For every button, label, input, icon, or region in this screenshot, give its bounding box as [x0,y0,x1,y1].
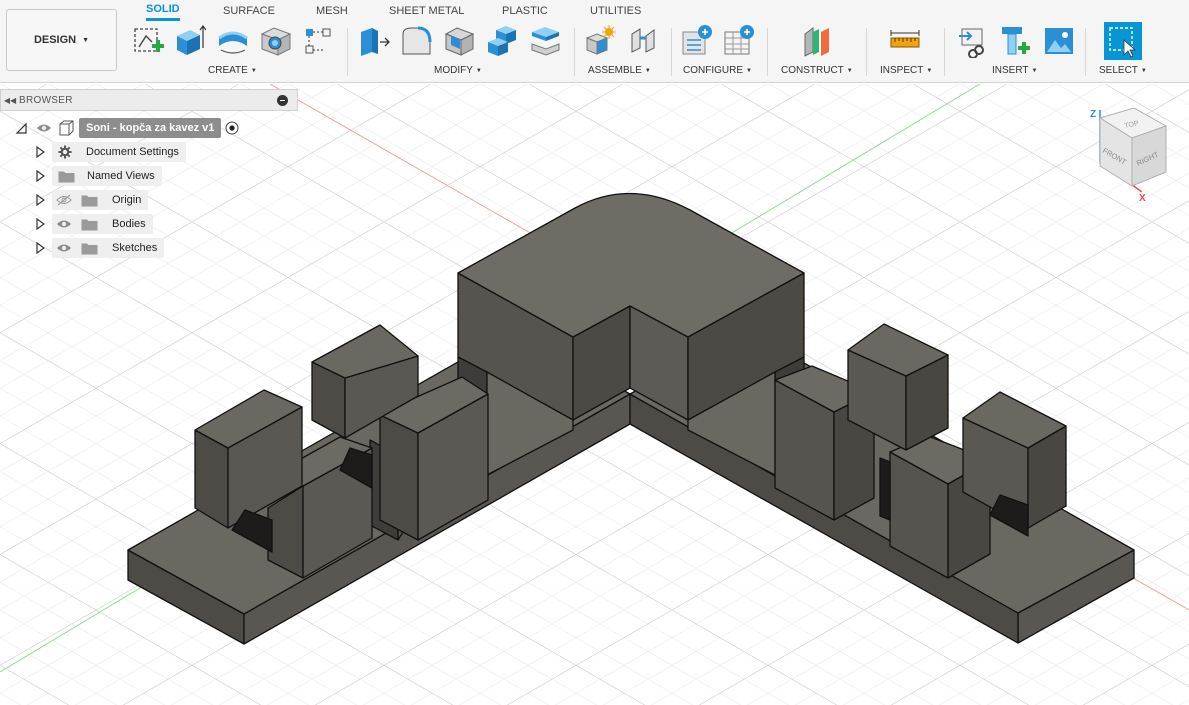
minimize-panel-icon[interactable] [277,95,288,106]
toolbar-divider [767,28,768,76]
configure-icon[interactable] [681,24,713,58]
select-menu[interactable]: SELECT ▼ [1099,65,1147,76]
revolve-icon[interactable] [217,24,249,58]
press-pull-icon[interactable] [358,24,390,58]
model-scene[interactable]: TOP FRONT RIGHT Z X [0,84,1189,705]
joint-icon[interactable] [628,24,660,58]
browser-root-row[interactable]: Soni - kopča za kavez v1 [14,118,239,138]
chevron-down-icon: ▼ [82,36,90,44]
table-icon[interactable] [723,24,755,58]
expand-triangle-icon[interactable] [33,217,47,231]
inspect-menu[interactable]: INSPECT ▼ [880,65,932,76]
origin-chip[interactable]: Origin [52,190,149,210]
folder-icon [81,219,98,230]
folder-icon [58,171,75,182]
tab-plastic[interactable]: PLASTIC [502,0,548,22]
tab-utilities[interactable]: UTILITIES [590,0,641,22]
offset-face-icon[interactable] [529,24,561,58]
configure-menu[interactable]: CONFIGURE ▼ [683,65,752,76]
origin-label: Origin [112,194,142,206]
pattern-icon[interactable] [302,24,334,58]
sketches-chip[interactable]: Sketches [52,238,165,258]
visibility-eye-icon[interactable] [56,242,72,254]
toolbar-divider [347,28,348,76]
expanded-triangle-icon[interactable] [14,121,28,135]
root-component-label[interactable]: Soni - kopča za kavez v1 [79,118,222,138]
browser-item-bodies[interactable]: Bodies [33,214,153,234]
toolbar: DESIGN ▼ SOLID SURFACE MESH SHEET METAL … [0,0,1189,83]
toolbar-divider [944,28,945,76]
visibility-hidden-icon[interactable] [56,194,72,206]
bodies-chip[interactable]: Bodies [52,214,153,234]
bodies-label: Bodies [112,218,146,230]
construct-menu[interactable]: CONSTRUCT ▼ [781,65,853,76]
viewcube-x-label: X [1139,193,1146,204]
folder-icon [81,243,98,254]
combine-icon[interactable] [486,24,518,58]
named-views-chip[interactable]: Named Views [52,166,162,186]
browser-item-document-settings[interactable]: Document Settings [33,142,186,162]
toolbar-divider [574,28,575,76]
hole-icon[interactable] [260,24,292,58]
browser-item-named-views[interactable]: Named Views [33,166,162,186]
expand-triangle-icon[interactable] [33,241,47,255]
document-settings-label: Document Settings [86,146,179,158]
named-views-label: Named Views [87,170,155,182]
shell-icon[interactable] [443,24,475,58]
gear-icon [58,145,72,159]
visibility-eye-icon[interactable] [56,218,72,230]
assemble-menu[interactable]: ASSEMBLE ▼ [588,65,651,76]
browser-item-sketches[interactable]: Sketches [33,238,165,258]
canvas-viewport[interactable]: TOP FRONT RIGHT Z X [0,84,1189,705]
fillet-icon[interactable] [400,24,432,58]
new-component-icon[interactable] [585,24,617,58]
extrude-icon[interactable] [174,24,207,58]
browser-item-origin[interactable]: Origin [33,190,149,210]
measure-icon[interactable] [889,24,921,58]
component-icon [59,120,74,136]
toolbar-divider [671,28,672,76]
collapse-panel-icon[interactable]: ◀◀ [1,96,19,105]
sketches-label: Sketches [112,242,158,254]
tab-sheet-metal[interactable]: SHEET METAL [389,0,464,22]
browser-title: BROWSER [19,94,73,106]
toolbar-divider [866,28,867,76]
visibility-eye-icon[interactable] [36,122,52,134]
tab-mesh[interactable]: MESH [316,0,348,22]
toolbar-divider [1085,28,1086,76]
tab-surface[interactable]: SURFACE [223,0,275,22]
expand-triangle-icon[interactable] [33,145,47,159]
browser-panel-header: ◀◀ BROWSER [0,89,298,111]
folder-icon [81,195,98,206]
workspace-label: DESIGN [33,34,77,46]
viewcube-z-label: Z [1090,109,1096,120]
modify-menu[interactable]: MODIFY ▼ [434,65,482,76]
tab-solid[interactable]: SOLID [146,0,180,21]
insert-derive-icon[interactable] [957,24,989,59]
expand-triangle-icon[interactable] [33,193,47,207]
expand-triangle-icon[interactable] [33,169,47,183]
create-menu[interactable]: CREATE ▼ [208,65,257,76]
insert-menu[interactable]: INSERT ▼ [992,65,1037,76]
document-settings-chip[interactable]: Document Settings [52,142,186,162]
create-sketch-icon[interactable] [132,24,164,58]
workspace-switcher-button[interactable]: DESIGN ▼ [6,9,117,71]
activate-radio-icon[interactable] [225,121,239,135]
insert-canvas-icon[interactable] [1043,24,1075,58]
insert-mcmaster-icon[interactable] [1000,24,1032,58]
offset-plane-icon[interactable] [801,24,833,58]
select-icon[interactable] [1104,22,1142,60]
